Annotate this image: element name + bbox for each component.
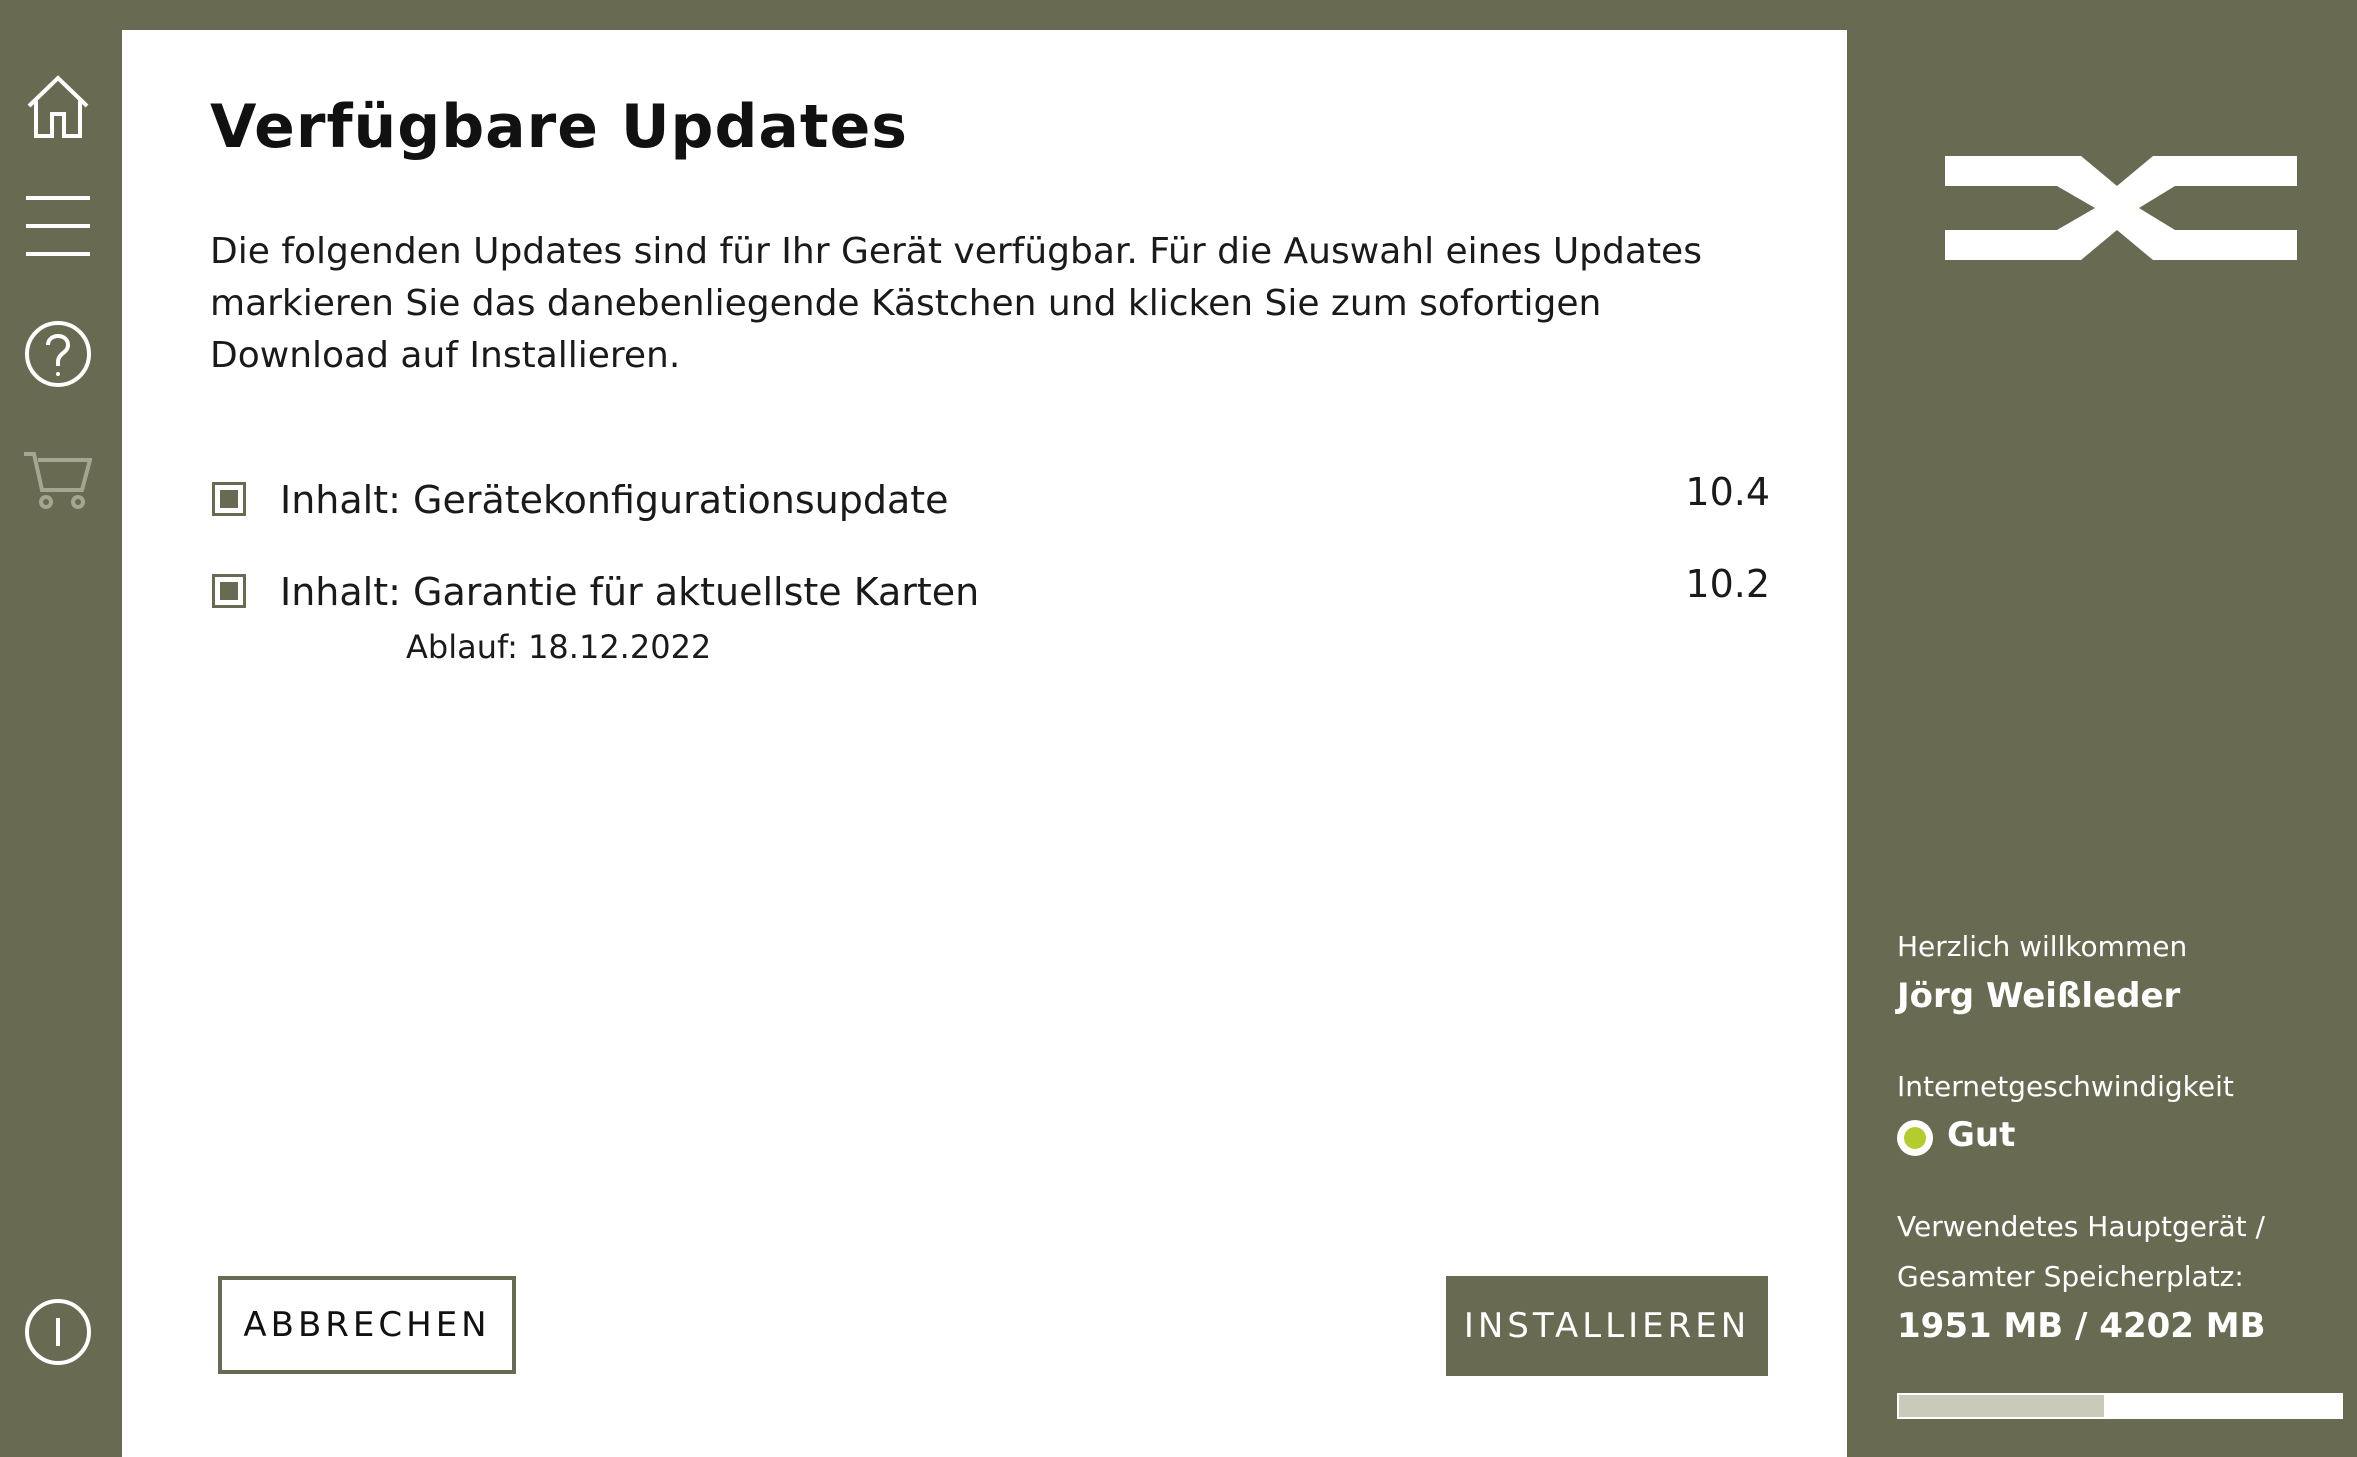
storage-progress-bar [1897,1393,2343,1419]
update-version: 10.2 [1685,562,1770,606]
page-title: Verfügbare Updates [210,92,909,162]
storage-progress-fill [1899,1395,2105,1417]
brand-logo [1945,156,2297,260]
updates-panel: Verfügbare Updates Die folgenden Updates… [122,30,1847,1457]
welcome-label: Herzlich willkommen [1897,930,2188,963]
update-item: Inhalt: Garantie für aktuellste Karten 1… [210,562,1770,674]
update-checkbox[interactable] [212,574,246,608]
cancel-button[interactable]: ABBRECHEN [218,1276,516,1374]
update-checkbox[interactable] [212,482,246,516]
update-item: Inhalt: Gerätekonfigurationsupdate 10.4 [210,470,1770,582]
update-label: Inhalt: Garantie für aktuellste Karten [280,570,980,614]
update-expiry-date: Ablauf: 18.12.2022 [406,628,712,666]
storage-label: Gesamter Speicherplatz: [1897,1260,2244,1293]
speed-label: Internetgeschwindigkeit [1897,1070,2234,1103]
speed-value: Gut [1947,1115,2016,1155]
update-label: Inhalt: Gerätekonfigurationsupdate [280,478,949,522]
storage-label: Verwendetes Hauptgerät / [1897,1210,2265,1243]
home-icon[interactable] [24,72,92,140]
account-panel: Herzlich willkommen Jörg Weißleder Inter… [1847,0,2357,1457]
info-icon[interactable] [24,1298,92,1366]
install-button[interactable]: INSTALLIEREN [1446,1276,1768,1376]
sidebar [0,0,122,1457]
storage-value: 1951 MB / 4202 MB [1897,1306,2266,1346]
description-text: Die folgenden Updates sind für Ihr Gerät… [210,231,1702,376]
user-name: Jörg Weißleder [1897,976,2181,1016]
help-icon[interactable] [24,320,92,388]
menu-icon[interactable] [24,192,92,260]
cart-icon[interactable] [24,446,92,514]
speed-status-indicator [1897,1120,1933,1156]
update-version: 10.4 [1685,470,1770,514]
